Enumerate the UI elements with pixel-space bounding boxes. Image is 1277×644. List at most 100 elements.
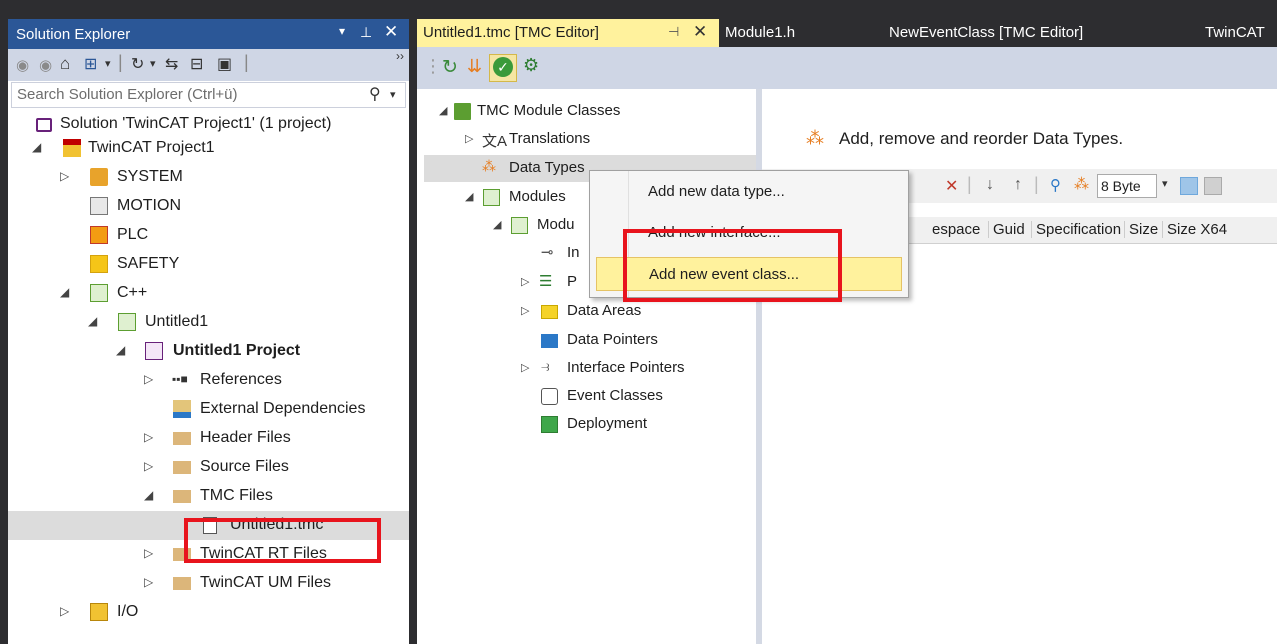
tree-label: Translations (509, 130, 591, 147)
sync-icon[interactable]: ⇆ (165, 54, 178, 74)
solution-icon (36, 118, 52, 132)
tree-item-system[interactable]: ▷ SYSTEM (8, 163, 409, 192)
collapsed-arrow-icon[interactable]: ▷ (521, 275, 529, 288)
pin-icon[interactable]: ⊣ (668, 24, 679, 40)
tree-item-safety[interactable]: SAFETY (8, 250, 409, 279)
search-options-icon[interactable]: ▾ (390, 88, 396, 101)
collapsed-arrow-icon[interactable]: ▷ (465, 132, 473, 145)
dropdown-icon[interactable]: ▾ (150, 57, 156, 70)
collapsed-arrow-icon[interactable]: ▷ (521, 304, 529, 317)
column-size-x64[interactable]: Size X64 (1162, 221, 1227, 238)
tab-untitled1-tmc[interactable]: Untitled1.tmc [TMC Editor] ⊣ ✕ (417, 19, 719, 47)
size-select[interactable]: 8 Byte (1097, 174, 1157, 198)
tree-item-untitled1[interactable]: ◢ Untitled1 (8, 308, 409, 337)
tree-item-cpp[interactable]: ◢ C++ (8, 279, 409, 308)
tree-item-source-files[interactable]: ▷ Source Files (8, 453, 409, 482)
collapsed-arrow-icon[interactable]: ▷ (521, 361, 529, 374)
tree-item-external-dependencies[interactable]: External Dependencies (8, 395, 409, 424)
remove-icon[interactable]: ✕ (945, 176, 958, 196)
refresh-icon[interactable]: ↻ (442, 56, 458, 79)
column-size[interactable]: Size (1124, 221, 1158, 238)
tab-neweventclass[interactable]: NewEventClass [TMC Editor] (879, 19, 1179, 47)
tab-label: NewEventClass [TMC Editor] (889, 24, 1084, 41)
tab-twincat[interactable]: TwinCAT (1197, 19, 1277, 47)
collapsed-arrow-icon[interactable]: ▷ (144, 430, 153, 444)
close-icon[interactable]: ✕ (384, 22, 398, 42)
pending-changes-icon[interactable]: ↻ (131, 54, 144, 74)
forward-icon[interactable]: ◉ (39, 56, 52, 74)
tree-item-io[interactable]: ▷ I/O (8, 598, 409, 627)
tree-item-untitled1-project[interactable]: ◢ Untitled1 Project (8, 337, 409, 366)
back-icon[interactable]: ◉ (16, 56, 29, 74)
tree-item-twincat-project1[interactable]: ◢ TwinCAT Project1 (8, 134, 409, 163)
column-specification[interactable]: Specification (1031, 221, 1121, 238)
settings-icon[interactable]: ⚙ (523, 55, 539, 76)
dropdown-arrow-icon[interactable]: ▾ (339, 24, 345, 38)
tree-item-data-pointers[interactable]: Data Pointers (417, 327, 756, 354)
collapsed-arrow-icon[interactable]: ▷ (144, 372, 153, 386)
tree-item-deployment[interactable]: Deployment (417, 411, 756, 438)
search-solution-explorer-input[interactable]: Search Solution Explorer (Ctrl+ü) ⚲ ▾ (11, 82, 406, 108)
tree-label: Deployment (567, 415, 648, 432)
move-up-icon[interactable]: ↑ (1014, 176, 1022, 194)
update-icon[interactable]: ⇊ (467, 56, 482, 77)
types-icon[interactable]: ⁂ (1074, 175, 1089, 193)
folder-icon (173, 577, 191, 590)
tree-item-motion[interactable]: MOTION (8, 192, 409, 221)
check-button[interactable]: ✓ (489, 54, 517, 82)
collapsed-arrow-icon[interactable]: ▷ (60, 169, 69, 183)
highlight-box (623, 229, 842, 302)
collapsed-arrow-icon[interactable]: ▷ (144, 575, 153, 589)
dropdown-icon[interactable]: ▾ (105, 57, 111, 70)
tree-label: MOTION (117, 197, 181, 214)
tab-module1-h[interactable]: Module1.h (719, 19, 879, 47)
tree-item-data-areas[interactable]: ▷ Data Areas (417, 298, 756, 325)
tree-item-references[interactable]: ▷ ▪▪■ References (8, 366, 409, 395)
tree-item-twincat-um-files[interactable]: ▷ TwinCAT UM Files (8, 569, 409, 598)
grid-icon[interactable] (1180, 177, 1198, 195)
grid-alt-icon[interactable] (1204, 177, 1222, 195)
solution-explorer-toolbar: ◉ ◉ ⌂ ⊞ ▾ | ↻ ▾ ⇆ ⊟ ▣ | ›› (8, 49, 409, 81)
tree-label: Modules (509, 188, 566, 205)
switch-views-icon[interactable]: ⊞ (84, 54, 97, 74)
deployment-icon (541, 416, 558, 433)
collapsed-arrow-icon[interactable]: ▷ (144, 459, 153, 473)
expanded-arrow-icon[interactable]: ◢ (60, 285, 69, 299)
pin-icon[interactable]: ⊥ (360, 24, 372, 41)
tree-label: External Dependencies (200, 400, 366, 417)
search-icon[interactable]: ⚲ (369, 84, 381, 104)
expanded-arrow-icon[interactable]: ◢ (439, 104, 447, 117)
tree-item-plc[interactable]: PLC (8, 221, 409, 250)
tree-item-event-classes[interactable]: Event Classes (417, 383, 756, 410)
menu-item-add-data-type[interactable]: Add new data type... (596, 175, 902, 209)
tree-item-header-files[interactable]: ▷ Header Files (8, 424, 409, 453)
tree-item-tmc-module-classes[interactable]: ◢ TMC Module Classes (417, 98, 756, 125)
search-type-icon[interactable]: ⚲ (1050, 176, 1061, 194)
data-pointers-icon (541, 334, 558, 348)
move-down-icon[interactable]: ↓ (986, 176, 994, 194)
collapse-all-icon[interactable]: ⊟ (190, 54, 203, 74)
expanded-arrow-icon[interactable]: ◢ (88, 314, 97, 328)
module-icon (511, 217, 528, 234)
expanded-arrow-icon[interactable]: ◢ (144, 488, 153, 502)
column-guid[interactable]: Guid (988, 221, 1025, 238)
home-icon[interactable]: ⌂ (60, 54, 70, 74)
dropdown-icon[interactable]: ▾ (1162, 177, 1168, 190)
solution-explorer-title: Solution Explorer (16, 26, 131, 43)
expanded-arrow-icon[interactable]: ◢ (465, 190, 473, 203)
properties-icon[interactable]: ▣ (217, 54, 232, 74)
column-namespace[interactable]: espace (932, 221, 980, 238)
tree-label: TMC Files (200, 487, 273, 504)
collapsed-arrow-icon[interactable]: ▷ (144, 546, 153, 560)
overflow-icon[interactable]: ›› (396, 49, 404, 63)
expanded-arrow-icon[interactable]: ◢ (493, 218, 501, 231)
tree-item-interface-pointers[interactable]: ▷ ⥽ Interface Pointers (417, 355, 756, 382)
expanded-arrow-icon[interactable]: ◢ (32, 140, 41, 154)
tree-item-translations[interactable]: ▷ 文A Translations (417, 126, 756, 153)
collapsed-arrow-icon[interactable]: ▷ (60, 604, 69, 618)
interface-pointer-icon: ⥽ (541, 358, 550, 375)
close-icon[interactable]: ✕ (693, 22, 707, 42)
tree-label: Header Files (200, 429, 291, 446)
tree-item-tmc-files[interactable]: ◢ TMC Files (8, 482, 409, 511)
expanded-arrow-icon[interactable]: ◢ (116, 343, 125, 357)
